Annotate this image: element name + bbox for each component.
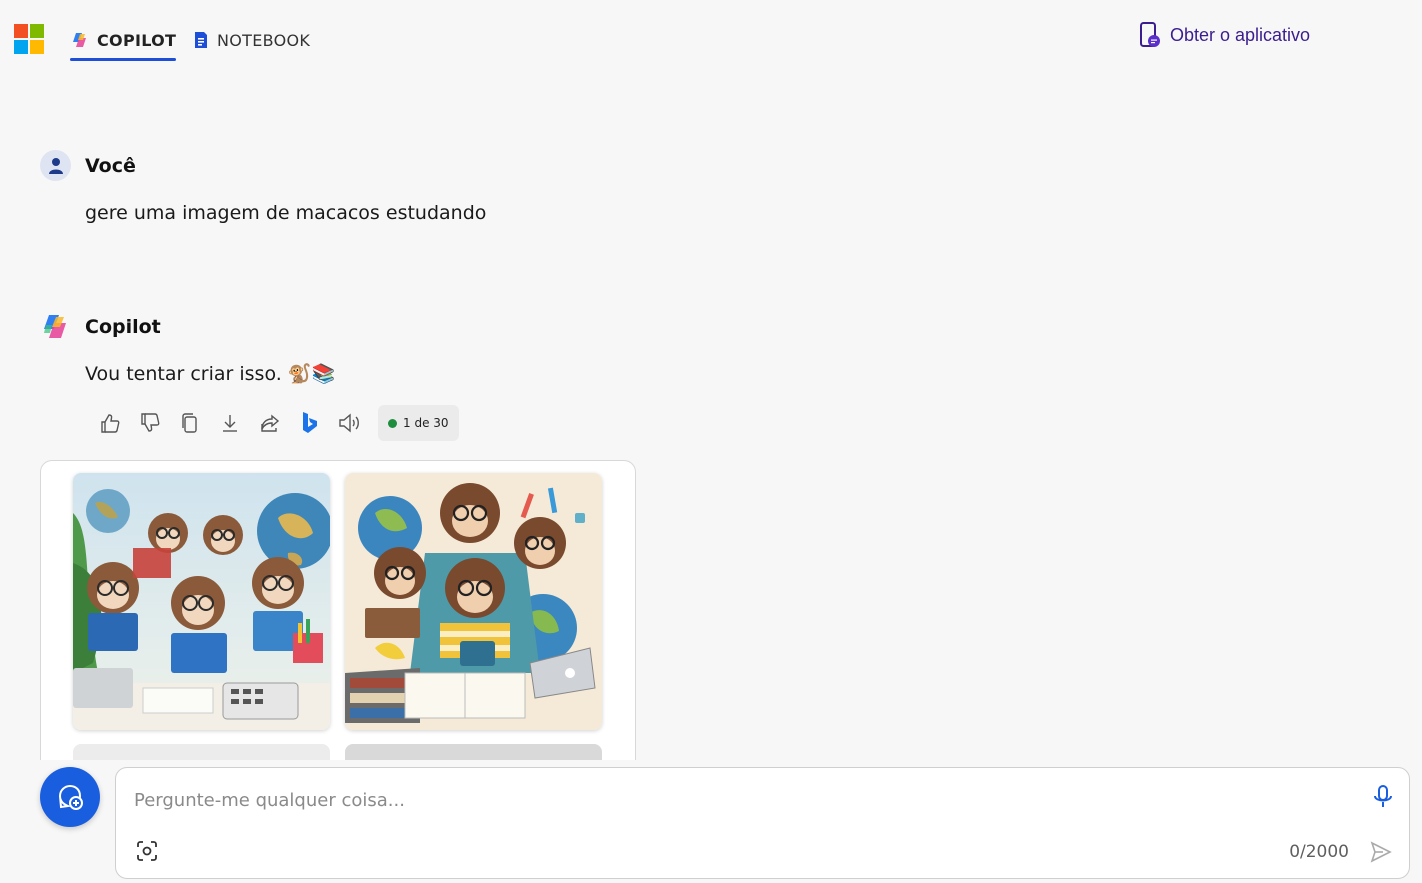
new-topic-button[interactable] (40, 767, 100, 827)
active-tab-indicator (70, 58, 177, 61)
copilot-icon (73, 33, 86, 47)
user-avatar (40, 150, 71, 181)
tab-label: NOTEBOOK (217, 30, 311, 50)
status-dot (388, 418, 397, 428)
new-chat-icon (59, 784, 83, 810)
read-aloud-button[interactable] (330, 404, 370, 442)
download-button[interactable] (210, 404, 250, 442)
notebook-icon (195, 32, 207, 48)
thumbs-down-button[interactable] (130, 404, 170, 442)
generated-image-3-peek[interactable] (73, 744, 330, 760)
download-icon (223, 415, 237, 432)
top-bar: COPILOT NOTEBOOK Obter o aplicativo (0, 0, 1422, 80)
camera-scan-icon (137, 841, 157, 861)
send-icon (1370, 841, 1392, 863)
get-app-link[interactable]: Obter o aplicativo (1138, 20, 1310, 50)
phone-chat-icon (1140, 22, 1160, 47)
tab-notebook[interactable]: NOTEBOOK (192, 20, 310, 60)
user-message-text: gere uma imagem de macacos estudando (85, 202, 487, 224)
generated-image-4-peek[interactable] (345, 744, 602, 760)
thumbs-up-icon (101, 414, 120, 433)
share-button[interactable] (250, 404, 290, 442)
thumbs-down-icon (141, 413, 160, 432)
tab-label: COPILOT (97, 30, 177, 50)
response-counter-label: 1 de 30 (403, 416, 449, 430)
character-counter: 0/2000 (1289, 842, 1349, 862)
response-counter: 1 de 30 (378, 405, 459, 441)
tab-copilot[interactable]: COPILOT (70, 20, 177, 61)
send-button[interactable] (1369, 840, 1393, 868)
microsoft-logo[interactable] (14, 24, 44, 54)
generated-image-1[interactable] (73, 473, 330, 730)
generated-images-card (40, 460, 636, 760)
monkeys-reading-image (73, 473, 330, 730)
microphone-button[interactable] (1373, 784, 1393, 814)
person-icon (48, 157, 63, 174)
read-aloud-icon (339, 413, 359, 433)
generated-image-2[interactable] (345, 473, 602, 730)
get-app-label: Obter o aplicativo (1170, 24, 1311, 45)
copy-button[interactable] (170, 404, 210, 442)
share-icon (261, 414, 280, 432)
assistant-name: Copilot (85, 315, 161, 338)
user-name: Você (85, 154, 136, 177)
message-actions: 1 de 30 (90, 404, 459, 442)
bing-button[interactable] (290, 404, 330, 442)
assistant-message-header: Copilot (40, 311, 161, 342)
monkeys-studying-image (345, 473, 602, 730)
chat-input[interactable] (134, 782, 1354, 818)
visual-search-button[interactable] (136, 840, 158, 866)
assistant-message-text: Vou tentar criar isso. 🐒📚 (85, 363, 336, 385)
copilot-avatar-icon (44, 315, 66, 338)
copy-icon (182, 413, 197, 433)
user-message-header: Você (40, 150, 136, 181)
thumbs-up-button[interactable] (90, 404, 130, 442)
chat-composer: 0/2000 (115, 767, 1410, 879)
microphone-icon (1374, 785, 1392, 807)
bing-icon (303, 412, 317, 433)
